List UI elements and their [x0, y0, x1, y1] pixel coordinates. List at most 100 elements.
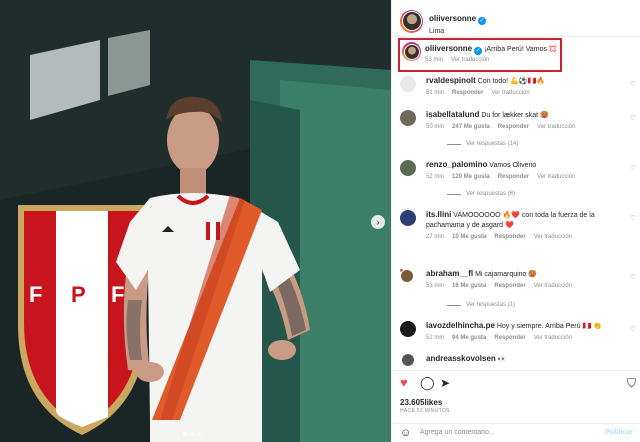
avatar[interactable] — [400, 110, 416, 126]
translate-link[interactable]: Ver traducción — [537, 174, 575, 180]
comment-username[interactable]: lavozdelhincha.pe — [426, 321, 495, 330]
avatar[interactable] — [400, 269, 414, 283]
post-sidebar: oliiversonne ✓ Lima oliiversonne ✓ ¡Arriba… — [391, 0, 640, 442]
comment-username[interactable]: renzo_palomino — [426, 160, 487, 169]
publish-button[interactable]: Publicar — [605, 429, 633, 436]
comment-time[interactable]: 52 min — [426, 335, 444, 341]
comment-text: 👀 — [497, 356, 507, 363]
comment-item: isabellatalund Du for lækker skat 🥵 50 m… — [400, 110, 636, 130]
comment-item: lavozdelhincha.pe Hoy y siempre. Arriba … — [400, 321, 636, 341]
author-avatar-ring[interactable] — [400, 9, 423, 33]
view-replies-button[interactable]: Ver respuestas (1) — [447, 302, 515, 308]
comment-time[interactable]: 50 min — [426, 124, 444, 130]
comment-username[interactable]: abraham__fl — [426, 269, 473, 278]
comment-time[interactable]: 53 min — [426, 283, 444, 289]
crest-letter: F — [29, 282, 42, 307]
post-location[interactable]: Lima — [429, 28, 486, 35]
comment-time[interactable]: 27 min — [426, 234, 444, 240]
caption-username[interactable]: oliiversonne — [425, 44, 472, 53]
verified-icon: ✓ — [478, 16, 487, 25]
avatar[interactable] — [403, 43, 420, 60]
reply-button[interactable]: Responder — [498, 124, 529, 130]
avatar[interactable] — [401, 11, 422, 31]
comment-text: Vamos Oliverio — [489, 162, 537, 169]
like-heart-icon[interactable]: ♥ — [400, 376, 408, 390]
comment-likes[interactable]: 120 Me gusta — [452, 174, 490, 180]
caption-highlight-box: oliiversonne ✓ ¡Arriba Perú! Vamos 💢 53 m… — [398, 38, 562, 72]
reply-button[interactable]: Responder — [498, 174, 529, 180]
like-comment-icon[interactable]: ♡ — [630, 114, 636, 122]
comment-text: Mi cajamarquino 🥵 — [475, 271, 538, 278]
replies-label[interactable]: Ver respuestas (14) — [466, 141, 518, 147]
save-bookmark-icon[interactable]: ⛉ — [627, 376, 636, 390]
divider — [392, 370, 640, 371]
reply-button[interactable]: Responder — [494, 283, 525, 289]
carousel-dot — [190, 432, 194, 436]
like-comment-icon[interactable]: ♡ — [630, 164, 636, 172]
carousel-dot — [197, 432, 201, 436]
caption-text: ¡Arriba Perú! Vamos 💢 — [484, 46, 558, 53]
comment-item: its.llini VAMOOOOOO 🔥❤️ con toda la fuer… — [400, 210, 636, 240]
reply-button[interactable]: Responder — [494, 335, 525, 341]
caption-avatar-ring[interactable] — [402, 42, 421, 61]
avatar[interactable] — [400, 210, 416, 226]
divider — [392, 36, 640, 37]
comment-text: Hoy y siempre. Arriba Perú 🇵🇪 👏 — [496, 323, 602, 330]
comment-input[interactable]: Agrega un comentario... — [420, 429, 495, 436]
comment-item: andreasskovolsen 👀 — [400, 354, 636, 366]
comment-likes[interactable]: 10 Me gusta — [452, 234, 486, 240]
like-comment-icon[interactable]: ♡ — [630, 273, 636, 281]
post-time[interactable]: HACE 53 MINUTOS — [400, 408, 450, 414]
caption-time[interactable]: 53 min — [425, 57, 443, 63]
verified-icon: ✓ — [474, 47, 483, 55]
avatar-ring[interactable] — [400, 269, 414, 283]
translate-link[interactable]: Ver traducción — [491, 90, 529, 96]
next-image-button[interactable]: › — [371, 215, 385, 229]
replies-label[interactable]: Ver respuestas (1) — [466, 302, 515, 308]
like-comment-icon[interactable]: ♡ — [630, 214, 636, 222]
comment-icon[interactable]: ◯ — [420, 376, 435, 390]
translate-link[interactable]: Ver traducción — [534, 283, 572, 289]
replies-line — [447, 143, 461, 145]
avatar[interactable] — [400, 160, 416, 176]
comment-text: VAMOOOOOO 🔥❤️ con toda la fuerza de la p… — [426, 212, 595, 229]
comment-username[interactable]: rvaldespinolt — [426, 76, 476, 85]
comment-item: abraham__fl Mi cajamarquino 🥵 53 min 16 … — [400, 269, 636, 289]
like-comment-icon[interactable]: ♡ — [630, 80, 636, 88]
comment-time[interactable]: 51 min — [426, 90, 444, 96]
caption-translate-link[interactable]: Ver traducción — [451, 57, 489, 63]
likes-count[interactable]: 23.605likes — [400, 398, 442, 407]
comment-likes[interactable]: 94 Me gusta — [452, 335, 486, 341]
view-replies-button[interactable]: Ver respuestas (6) — [447, 191, 515, 197]
comment-item: rvaldespinolt Con todo! 💪⚽🇵🇪🔥 51 min Res… — [400, 76, 636, 96]
post-photo[interactable]: F P F › — [0, 0, 391, 442]
comment-username[interactable]: its.llini — [426, 210, 451, 219]
post-actions: ♥ ◯ ➤ ⛉ — [400, 376, 636, 392]
add-comment-bar: ☺ Agrega un comentario... Publicar — [392, 423, 640, 442]
translate-link[interactable]: Ver traducción — [537, 124, 575, 130]
replies-line — [447, 193, 461, 195]
share-icon[interactable]: ➤ — [440, 376, 450, 390]
avatar[interactable] — [400, 321, 416, 337]
crest-letter: P — [71, 282, 86, 307]
replies-line — [447, 304, 461, 306]
comment-likes[interactable]: 247 Me gusta — [452, 124, 490, 130]
reply-button[interactable]: Responder — [452, 90, 483, 96]
comment-username[interactable]: andreasskovolsen — [426, 354, 496, 363]
avatar[interactable] — [402, 354, 414, 366]
author-username[interactable]: oliiversonne — [429, 14, 476, 23]
avatar[interactable] — [400, 76, 416, 92]
like-comment-icon[interactable]: ♡ — [630, 325, 636, 333]
comment-time[interactable]: 52 min — [426, 174, 444, 180]
comment-username[interactable]: isabellatalund — [426, 110, 479, 119]
chevron-right-icon: › — [376, 216, 380, 227]
view-replies-button[interactable]: Ver respuestas (14) — [447, 141, 518, 147]
translate-link[interactable]: Ver traducción — [534, 335, 572, 341]
replies-label[interactable]: Ver respuestas (6) — [466, 191, 515, 197]
translate-link[interactable]: Ver traducción — [534, 234, 572, 240]
comment-text: Du for lækker skat 🥵 — [481, 112, 549, 119]
comment-text: Con todo! 💪⚽🇵🇪🔥 — [477, 78, 545, 85]
emoji-icon[interactable]: ☺ — [400, 427, 411, 439]
reply-button[interactable]: Responder — [494, 234, 525, 240]
comment-likes[interactable]: 16 Me gusta — [452, 283, 486, 289]
